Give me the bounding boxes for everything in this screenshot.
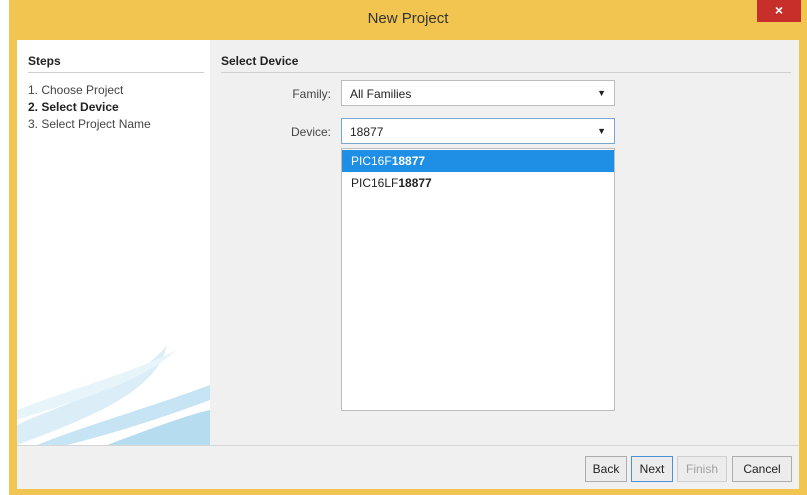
- family-value: All Families: [350, 87, 412, 101]
- section-header: Select Device: [221, 54, 299, 68]
- select-device-panel: Select Device Family: All Families ▼ Dev…: [210, 40, 799, 445]
- step-select-device: 2. Select Device: [28, 100, 119, 114]
- button-bar: Back Next Finish Cancel: [17, 445, 799, 489]
- option-match: 18877: [391, 154, 426, 168]
- family-select[interactable]: All Families ▼: [341, 80, 615, 106]
- dialog-title: New Project: [367, 10, 449, 27]
- device-combobox[interactable]: 18877 ▼: [341, 118, 615, 144]
- family-label: Family:: [292, 87, 331, 101]
- option-prefix: PIC16LF: [351, 176, 399, 190]
- steps-header: Steps: [28, 54, 61, 68]
- close-icon: ×: [774, 2, 784, 18]
- device-label: Device:: [290, 125, 331, 139]
- steps-panel: Steps 1. Choose Project 2. Select Device…: [17, 40, 210, 445]
- decorative-swoosh-graphic: [17, 345, 210, 445]
- dropdown-arrow-icon: ▼: [597, 126, 606, 136]
- step-select-project-name: 3. Select Project Name: [28, 117, 151, 131]
- back-button[interactable]: Back: [585, 456, 627, 482]
- finish-button[interactable]: Finish: [677, 456, 727, 482]
- divider: [221, 72, 791, 73]
- divider: [28, 72, 204, 73]
- title-bar[interactable]: New Project ×: [9, 0, 807, 38]
- step-choose-project: 1. Choose Project: [28, 83, 124, 97]
- dropdown-arrow-icon: ▼: [597, 88, 606, 98]
- dialog-body: Steps 1. Choose Project 2. Select Device…: [17, 40, 799, 489]
- cancel-button[interactable]: Cancel: [732, 456, 792, 482]
- next-button[interactable]: Next: [631, 456, 673, 482]
- device-input-value: 18877: [350, 125, 384, 139]
- device-option[interactable]: PIC16F18877: [342, 150, 614, 172]
- device-dropdown-list[interactable]: PIC16F18877 PIC16LF18877: [341, 148, 615, 411]
- dialog-window: New Project × Steps 1. Choose Project 2.…: [9, 0, 807, 495]
- option-prefix: PIC16F: [351, 154, 392, 168]
- device-option[interactable]: PIC16LF18877: [342, 172, 614, 194]
- option-match: 18877: [398, 176, 432, 190]
- close-button[interactable]: ×: [757, 0, 801, 22]
